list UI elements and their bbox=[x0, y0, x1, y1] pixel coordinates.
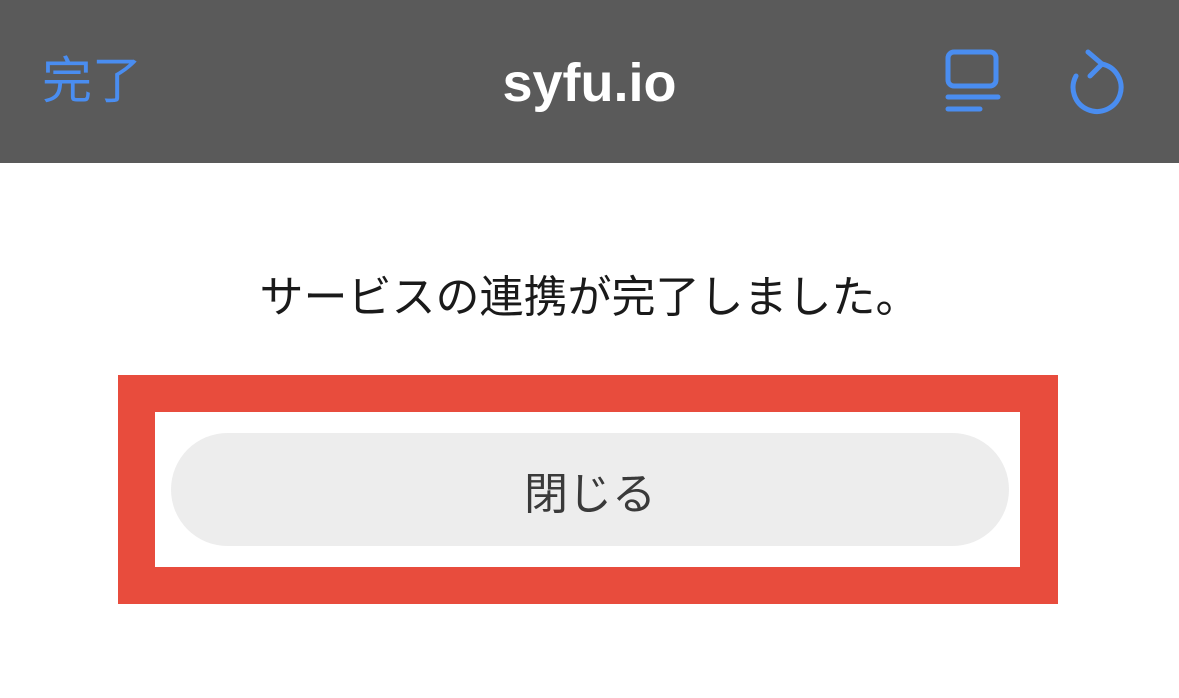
close-button[interactable]: 閉じる bbox=[171, 433, 1009, 546]
highlight-inner: 閉じる bbox=[155, 412, 1020, 567]
reader-view-button[interactable] bbox=[940, 46, 1006, 116]
reload-icon bbox=[1070, 49, 1124, 114]
reload-button[interactable] bbox=[1062, 46, 1128, 116]
browser-navbar: 完了 syfu.io bbox=[0, 0, 1179, 163]
reader-view-icon bbox=[945, 49, 1001, 112]
highlight-frame: 閉じる bbox=[118, 375, 1058, 604]
completion-message: サービスの連携が完了しました。 bbox=[259, 272, 920, 323]
